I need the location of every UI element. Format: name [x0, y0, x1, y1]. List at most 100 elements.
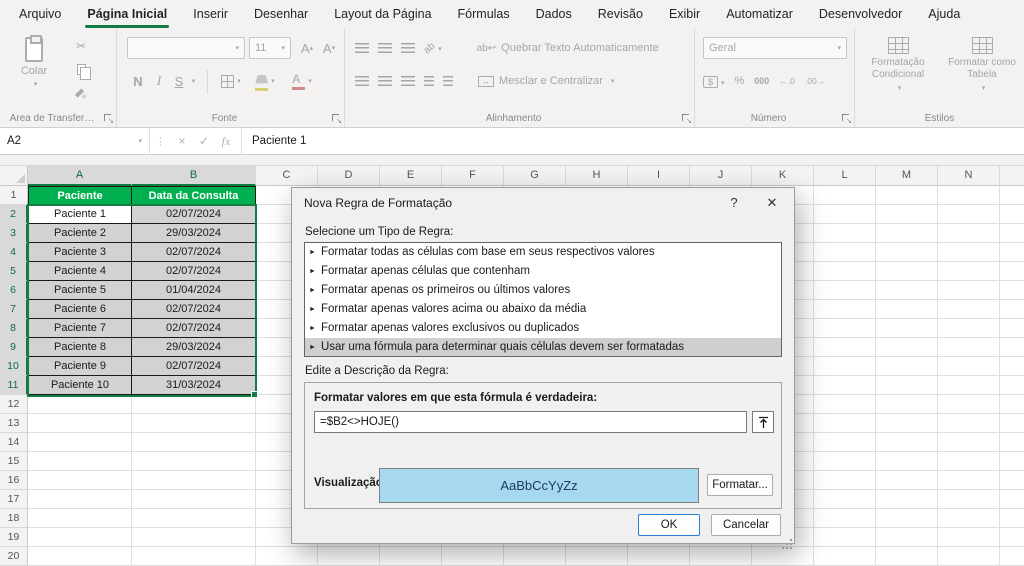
cell-A12[interactable]: [28, 395, 132, 414]
cell-B4[interactable]: 02/07/2024: [132, 243, 256, 262]
cell-A9[interactable]: Paciente 8: [28, 338, 132, 357]
row-header-13[interactable]: 13: [0, 414, 28, 433]
column-header-M[interactable]: M: [876, 166, 938, 186]
cell-K20[interactable]: [752, 547, 814, 566]
cell-B19[interactable]: [132, 528, 256, 547]
row-header-11[interactable]: 11: [0, 376, 28, 395]
tab-layout-da-página[interactable]: Layout da Página: [321, 0, 444, 28]
row-header-5[interactable]: 5: [0, 262, 28, 281]
number-dialog-launcher-icon[interactable]: [841, 113, 851, 123]
cell-L15[interactable]: [814, 452, 876, 471]
cell-B7[interactable]: 02/07/2024: [132, 300, 256, 319]
cell-L20[interactable]: [814, 547, 876, 566]
cell-N1[interactable]: [938, 186, 1000, 205]
cell-F20[interactable]: [442, 547, 504, 566]
align-right-icon[interactable]: [401, 76, 415, 86]
cell-A11[interactable]: Paciente 10: [28, 376, 132, 395]
row-header-7[interactable]: 7: [0, 300, 28, 319]
tab-desenhar[interactable]: Desenhar: [241, 0, 321, 28]
cell-A5[interactable]: Paciente 4: [28, 262, 132, 281]
format-painter-button[interactable]: [68, 84, 94, 104]
fill-handle[interactable]: [251, 391, 258, 398]
increase-font-button[interactable]: A▴: [297, 37, 317, 59]
align-center-icon[interactable]: [378, 76, 392, 86]
cell-B8[interactable]: 02/07/2024: [132, 319, 256, 338]
cell-A16[interactable]: [28, 471, 132, 490]
cell-N17[interactable]: [938, 490, 1000, 509]
orientation-button[interactable]: ab▾: [424, 43, 442, 54]
cell-M20[interactable]: [876, 547, 938, 566]
cell-N15[interactable]: [938, 452, 1000, 471]
cell-B3[interactable]: 29/03/2024: [132, 224, 256, 243]
cell-M1[interactable]: [876, 186, 938, 205]
cell-L9[interactable]: [814, 338, 876, 357]
row-header-6[interactable]: 6: [0, 281, 28, 300]
confirm-entry-icon[interactable]: ✓: [193, 134, 215, 148]
increase-decimal-button[interactable]: ←.0: [779, 76, 795, 86]
cell-N3[interactable]: [938, 224, 1000, 243]
cell-N9[interactable]: [938, 338, 1000, 357]
underline-button[interactable]: S: [171, 70, 187, 92]
rule-type-item[interactable]: ►Formatar apenas valores acima ou abaixo…: [305, 300, 781, 319]
percent-style-button[interactable]: %: [735, 75, 745, 87]
column-header-F[interactable]: F: [442, 166, 504, 186]
cell-L2[interactable]: [814, 205, 876, 224]
tab-desenvolvedor[interactable]: Desenvolvedor: [806, 0, 915, 28]
wrap-text-button[interactable]: ab↩ Quebrar Texto Automaticamente: [477, 42, 659, 54]
row-header-9[interactable]: 9: [0, 338, 28, 357]
cell-A3[interactable]: Paciente 2: [28, 224, 132, 243]
cell-B16[interactable]: [132, 471, 256, 490]
cell-L11[interactable]: [814, 376, 876, 395]
cell-N11[interactable]: [938, 376, 1000, 395]
cell-M2[interactable]: [876, 205, 938, 224]
insert-function-icon[interactable]: fx: [215, 134, 237, 149]
column-header-L[interactable]: L: [814, 166, 876, 186]
column-header-N[interactable]: N: [938, 166, 1000, 186]
cell-M8[interactable]: [876, 319, 938, 338]
tab-arquivo[interactable]: Arquivo: [6, 0, 74, 28]
cell-L5[interactable]: [814, 262, 876, 281]
dialog-resize-grip[interactable]: [790, 539, 792, 541]
cell-A19[interactable]: [28, 528, 132, 547]
formula-input[interactable]: [314, 411, 747, 433]
cell-G20[interactable]: [504, 547, 566, 566]
row-header-14[interactable]: 14: [0, 433, 28, 452]
cell-N5[interactable]: [938, 262, 1000, 281]
row-header-3[interactable]: 3: [0, 224, 28, 243]
decrease-indent-icon[interactable]: [424, 76, 434, 86]
cell-A10[interactable]: Paciente 9: [28, 357, 132, 376]
tab-fórmulas[interactable]: Fórmulas: [445, 0, 523, 28]
conditional-formatting-button[interactable]: Formatação Condicional ▾: [859, 34, 937, 122]
alignment-dialog-launcher-icon[interactable]: [681, 113, 691, 123]
cell-N7[interactable]: [938, 300, 1000, 319]
row-header-16[interactable]: 16: [0, 471, 28, 490]
formula-bar-content[interactable]: Paciente 1: [246, 135, 306, 147]
row-header-1[interactable]: 1: [0, 186, 28, 205]
cell-A17[interactable]: [28, 490, 132, 509]
ok-button[interactable]: OK: [638, 514, 700, 536]
increase-indent-icon[interactable]: [443, 76, 453, 86]
cell-N16[interactable]: [938, 471, 1000, 490]
paste-button[interactable]: Colar ▾: [12, 35, 56, 119]
fill-color-button[interactable]: ▾: [251, 70, 279, 92]
tab-revisão[interactable]: Revisão: [585, 0, 656, 28]
cell-B9[interactable]: 29/03/2024: [132, 338, 256, 357]
column-header-B[interactable]: B: [132, 166, 256, 186]
cell-A2[interactable]: Paciente 1: [28, 205, 132, 224]
cell-N12[interactable]: [938, 395, 1000, 414]
cell-A6[interactable]: Paciente 5: [28, 281, 132, 300]
cell-L14[interactable]: [814, 433, 876, 452]
format-button[interactable]: Formatar...: [707, 474, 773, 496]
rule-type-item[interactable]: ►Formatar apenas células que contenham: [305, 262, 781, 281]
range-selector-button[interactable]: [752, 411, 774, 433]
cell-M5[interactable]: [876, 262, 938, 281]
dialog-help-button[interactable]: ?: [718, 191, 750, 215]
tab-inserir[interactable]: Inserir: [180, 0, 241, 28]
bold-button[interactable]: N: [129, 70, 147, 92]
column-header-K[interactable]: K: [752, 166, 814, 186]
cell-L8[interactable]: [814, 319, 876, 338]
accounting-format-button[interactable]: $▾: [703, 72, 725, 90]
cell-A4[interactable]: Paciente 3: [28, 243, 132, 262]
cell-B6[interactable]: 01/04/2024: [132, 281, 256, 300]
column-header-E[interactable]: E: [380, 166, 442, 186]
